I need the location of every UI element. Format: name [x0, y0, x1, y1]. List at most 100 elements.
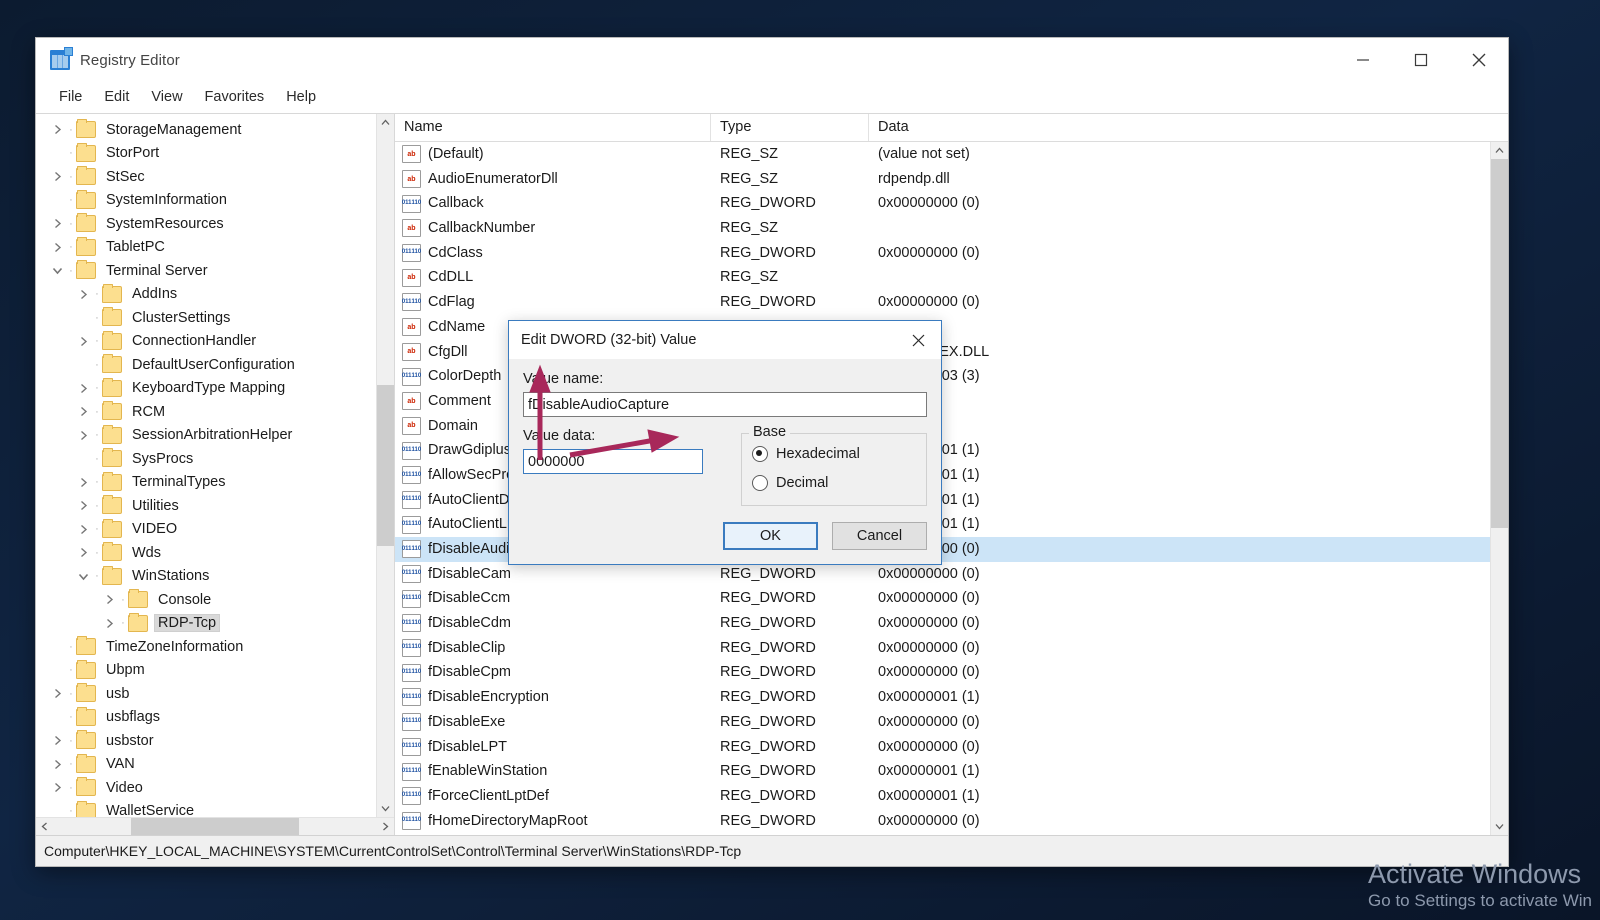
column-header-type[interactable]: Type — [711, 114, 869, 141]
tree-item-clustersettings[interactable]: ·ClusterSettings — [36, 306, 376, 330]
tree-item-terminaltypes[interactable]: ·TerminalTypes — [36, 471, 376, 495]
scroll-down-icon[interactable] — [1491, 818, 1508, 835]
values-vertical-scrollbar[interactable] — [1490, 142, 1508, 835]
chevron-right-icon[interactable] — [74, 524, 92, 535]
tree-item-console[interactable]: ·Console — [36, 588, 376, 612]
column-header-data[interactable]: Data — [869, 114, 1508, 141]
chevron-right-icon[interactable] — [100, 594, 118, 605]
tree-item-keyboardtype-mapping[interactable]: ·KeyboardType Mapping — [36, 377, 376, 401]
tree-item-defaultuserconfiguration[interactable]: ·DefaultUserConfiguration — [36, 353, 376, 377]
tree-item-systemresources[interactable]: ·SystemResources — [36, 212, 376, 236]
tree-item-usb[interactable]: ·usb — [36, 682, 376, 706]
tree-item-sysprocs[interactable]: ·SysProcs — [36, 447, 376, 471]
chevron-right-icon[interactable] — [74, 336, 92, 347]
chevron-right-icon[interactable] — [74, 383, 92, 394]
table-row[interactable]: 011110CdFlagREG_DWORD0x00000000 (0) — [395, 290, 1490, 315]
radio-decimal-icon[interactable] — [752, 475, 768, 491]
tree-item-stsec[interactable]: ·StSec — [36, 165, 376, 189]
tree-item-usbflags[interactable]: ·usbflags — [36, 706, 376, 730]
tree-item-video[interactable]: ·Video — [36, 776, 376, 800]
table-row[interactable]: 011110CdClassREG_DWORD0x00000000 (0) — [395, 241, 1490, 266]
table-row[interactable]: 011110fDisableLPTREG_DWORD0x00000000 (0) — [395, 735, 1490, 760]
chevron-right-icon[interactable] — [74, 547, 92, 558]
chevron-right-icon[interactable] — [48, 688, 66, 699]
tree-horizontal-scrollbar[interactable] — [36, 817, 394, 835]
dialog-titlebar[interactable]: Edit DWORD (32-bit) Value — [509, 321, 941, 359]
column-header-name[interactable]: Name — [395, 114, 711, 141]
scroll-up-icon[interactable] — [1491, 142, 1508, 159]
table-row[interactable]: abCallbackNumberREG_SZ — [395, 216, 1490, 241]
tree-scroll-track[interactable] — [377, 131, 394, 800]
window-titlebar[interactable]: Registry Editor — [36, 38, 1508, 82]
chevron-right-icon[interactable] — [48, 124, 66, 135]
tree-item-storport[interactable]: ·StorPort — [36, 142, 376, 166]
tree-item-storagemanagement[interactable]: ·StorageManagement — [36, 118, 376, 142]
chevron-right-icon[interactable] — [74, 406, 92, 417]
chevron-down-icon[interactable] — [48, 266, 66, 275]
tree-item-video[interactable]: ·VIDEO — [36, 518, 376, 542]
chevron-right-icon[interactable] — [74, 430, 92, 441]
values-scroll-track[interactable] — [1491, 159, 1508, 818]
value-data-input[interactable]: 0000000 — [523, 449, 703, 474]
close-icon[interactable] — [895, 321, 941, 359]
tree-item-walletservice[interactable]: ·WalletService — [36, 800, 376, 818]
tree-item-terminal-server[interactable]: ·Terminal Server — [36, 259, 376, 283]
table-row[interactable]: 011110fHomeDirectoryMapRootREG_DWORD0x00… — [395, 809, 1490, 834]
tree-item-wds[interactable]: ·Wds — [36, 541, 376, 565]
menu-favorites[interactable]: Favorites — [194, 86, 276, 108]
chevron-right-icon[interactable] — [48, 218, 66, 229]
tree-item-usbstor[interactable]: ·usbstor — [36, 729, 376, 753]
ok-button[interactable]: OK — [723, 522, 818, 550]
chevron-right-icon[interactable] — [48, 759, 66, 770]
table-row[interactable]: ab(Default)REG_SZ(value not set) — [395, 142, 1490, 167]
tree-item-tabletpc[interactable]: ·TabletPC — [36, 236, 376, 260]
radio-hexadecimal-icon[interactable] — [752, 446, 768, 462]
tree-item-addins[interactable]: ·AddIns — [36, 283, 376, 307]
scroll-down-icon[interactable] — [377, 800, 394, 817]
cancel-button[interactable]: Cancel — [832, 522, 927, 550]
scroll-up-icon[interactable] — [377, 114, 394, 131]
chevron-right-icon[interactable] — [48, 242, 66, 253]
maximize-icon[interactable] — [1392, 38, 1450, 82]
tree-item-winstations[interactable]: ·WinStations — [36, 565, 376, 589]
chevron-right-icon[interactable] — [100, 618, 118, 629]
tree-item-sessionarbitrationhelper[interactable]: ·SessionArbitrationHelper — [36, 424, 376, 448]
chevron-right-icon[interactable] — [48, 171, 66, 182]
close-icon[interactable] — [1450, 38, 1508, 82]
scroll-right-icon[interactable] — [377, 818, 394, 835]
tree-item-ubpm[interactable]: ·Ubpm — [36, 659, 376, 683]
table-row[interactable]: 011110fForceClientLptDefREG_DWORD0x00000… — [395, 784, 1490, 809]
tree-item-connectionhandler[interactable]: ·ConnectionHandler — [36, 330, 376, 354]
table-row[interactable]: abCdDLLREG_SZ — [395, 265, 1490, 290]
chevron-right-icon[interactable] — [74, 500, 92, 511]
minimize-icon[interactable] — [1334, 38, 1392, 82]
chevron-right-icon[interactable] — [48, 782, 66, 793]
table-row[interactable]: 011110fDisableCpmREG_DWORD0x00000000 (0) — [395, 660, 1490, 685]
registry-tree[interactable]: ·StorageManagement·StorPort·StSec·System… — [36, 114, 376, 817]
chevron-right-icon[interactable] — [48, 735, 66, 746]
tree-item-rdp-tcp[interactable]: ·RDP-Tcp — [36, 612, 376, 636]
table-row[interactable]: 011110CallbackREG_DWORD0x00000000 (0) — [395, 191, 1490, 216]
table-row[interactable]: abAudioEnumeratorDllREG_SZrdpendp.dll — [395, 167, 1490, 192]
chevron-right-icon[interactable] — [74, 477, 92, 488]
tree-item-utilities[interactable]: ·Utilities — [36, 494, 376, 518]
value-name-input[interactable]: fDisableAudioCapture — [523, 392, 927, 417]
tree-vertical-scrollbar[interactable] — [376, 114, 394, 817]
tree-item-rcm[interactable]: ·RCM — [36, 400, 376, 424]
tree-hscroll-track[interactable] — [53, 818, 377, 835]
base-option-hexadecimal[interactable]: Hexadecimal — [752, 441, 916, 467]
scroll-left-icon[interactable] — [36, 818, 53, 835]
table-row[interactable]: 011110fDisableEncryptionREG_DWORD0x00000… — [395, 685, 1490, 710]
menu-help[interactable]: Help — [275, 86, 327, 108]
tree-item-systeminformation[interactable]: ·SystemInformation — [36, 189, 376, 213]
table-row[interactable]: 011110fDisableExeREG_DWORD0x00000000 (0) — [395, 710, 1490, 735]
menu-file[interactable]: File — [48, 86, 93, 108]
table-row[interactable]: 011110fDisableCcmREG_DWORD0x00000000 (0) — [395, 586, 1490, 611]
table-row[interactable]: 011110fDisableClipREG_DWORD0x00000000 (0… — [395, 636, 1490, 661]
menu-view[interactable]: View — [140, 86, 193, 108]
table-row[interactable]: 011110fDisableCamREG_DWORD0x00000000 (0) — [395, 562, 1490, 587]
table-row[interactable]: 011110fDisableCdmREG_DWORD0x00000000 (0) — [395, 611, 1490, 636]
tree-hscroll-thumb[interactable] — [131, 818, 299, 835]
chevron-right-icon[interactable] — [74, 289, 92, 300]
tree-item-timezoneinformation[interactable]: ·TimeZoneInformation — [36, 635, 376, 659]
